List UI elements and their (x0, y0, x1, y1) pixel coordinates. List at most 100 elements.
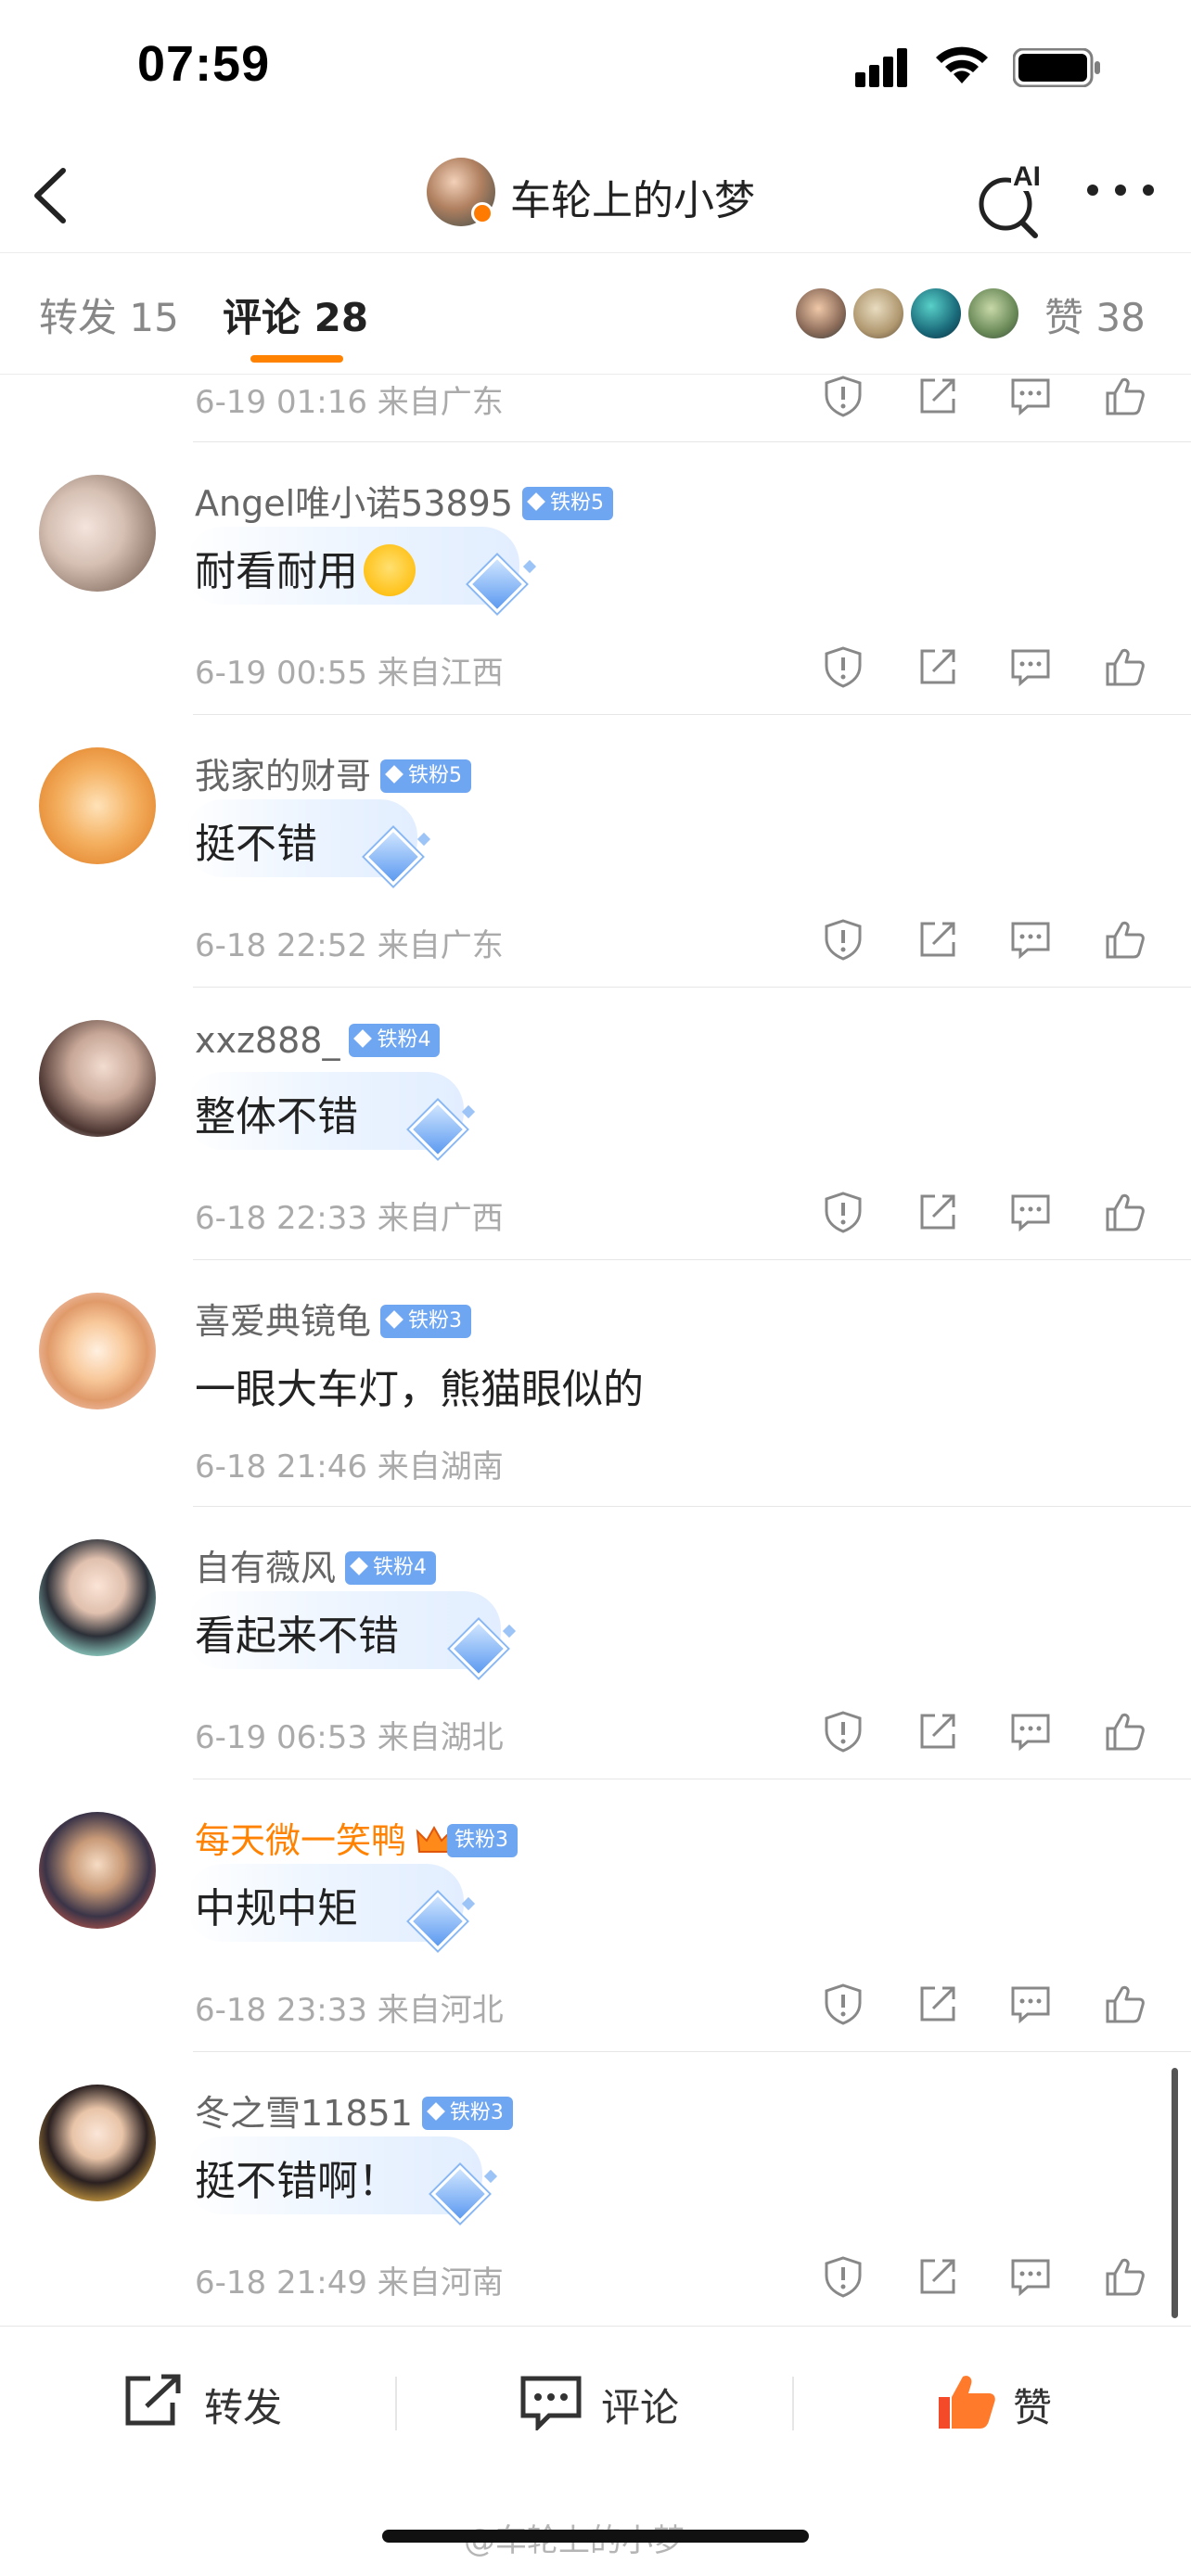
comment-meta: 6-19 01:16 来自广东 (195, 384, 504, 421)
like-icon[interactable] (1104, 918, 1146, 961)
user-avatar[interactable] (39, 1020, 156, 1137)
user-avatar[interactable] (39, 1539, 156, 1656)
report-icon[interactable] (822, 645, 864, 688)
like-icon[interactable] (1104, 645, 1146, 688)
like-icon[interactable] (1104, 375, 1146, 417)
comment-icon[interactable] (1009, 1191, 1052, 1233)
share-icon[interactable] (916, 645, 959, 688)
comment-item: 喜爱典镜龟 铁粉3 一眼大车灯，熊猫眼似的 6-18 21:46 来自湖南 (0, 1259, 1191, 1506)
comment-text: 挺不错啊！ (195, 2158, 399, 2205)
home-indicator[interactable] (382, 2530, 809, 2543)
like-icon[interactable] (1104, 1983, 1146, 2025)
report-icon[interactable] (822, 918, 864, 961)
comment-meta: 6-19 06:53 来自湖北 (195, 1719, 504, 1756)
sparkle-icon (522, 559, 537, 574)
fan-badge: 铁粉3 (380, 1304, 472, 1338)
signal-icon (855, 48, 907, 87)
comment-username[interactable]: 冬之雪11851 铁粉3 (195, 2085, 513, 2136)
report-icon[interactable] (822, 375, 864, 417)
fan-badge: 铁粉3 (421, 2096, 513, 2130)
share-icon[interactable] (916, 1710, 959, 1753)
more-icon[interactable] (1083, 176, 1158, 204)
comment-button[interactable]: 评论 (519, 2369, 705, 2434)
comment-actions (816, 2255, 1169, 2302)
comment-username[interactable]: Angel唯小诺53895 铁粉5 (195, 475, 614, 526)
comment-meta: 6-18 22:33 来自广西 (195, 1200, 504, 1237)
report-icon[interactable] (822, 1983, 864, 2025)
comment-icon[interactable] (1009, 375, 1052, 417)
sparkle-icon (483, 2169, 498, 2184)
comment-actions (816, 645, 1169, 692)
back-icon[interactable] (26, 163, 78, 228)
comment-text: 挺不错 (195, 821, 317, 868)
comment-actions (816, 375, 1169, 421)
comment-username[interactable]: 自有薇风 铁粉4 (195, 1539, 437, 1590)
comment-username[interactable]: xxz888_ 铁粉4 (195, 1020, 441, 1061)
divider (792, 2377, 794, 2430)
share-icon[interactable] (916, 1983, 959, 2025)
active-tab-indicator (250, 355, 343, 363)
liker-avatars[interactable] (794, 287, 1026, 342)
share-icon[interactable] (916, 1191, 959, 1233)
comment-item: Angel唯小诺53895 铁粉5 耐看耐用 6-19 00:55 来自江西 (0, 441, 1191, 714)
repost-button[interactable]: 转发 (122, 2369, 308, 2434)
share-icon[interactable] (916, 2255, 959, 2298)
like-icon[interactable] (1104, 1710, 1146, 1753)
tab-likes[interactable]: 赞 38 (1044, 287, 1146, 343)
repost-label: 转发 (204, 2385, 283, 2430)
comment-meta: 6-18 23:33 来自河北 (195, 1992, 504, 2029)
comment-item: xxz888_ 铁粉4 整体不错 6-18 22:33 来自广西 (0, 987, 1191, 1259)
liker-avatar (852, 287, 905, 340)
comment-label: 评论 (601, 2385, 680, 2430)
ai-search-icon[interactable]: AI (974, 156, 1048, 239)
fan-badge: 铁粉4 (345, 1550, 437, 1585)
comment-icon[interactable] (1009, 1710, 1052, 1753)
report-icon[interactable] (822, 1710, 864, 1753)
comment-username[interactable]: 喜爱典镜龟 铁粉3 (195, 1293, 472, 1344)
comment-text: 整体不错 (195, 1093, 358, 1141)
liker-avatar (967, 287, 1020, 340)
user-avatar[interactable] (39, 475, 156, 592)
author-name[interactable]: 车轮上的小梦 (510, 167, 755, 226)
comment-item: 每天微一笑鸭 铁粉3 中规中矩 6-18 23:33 来自河北 (0, 1779, 1191, 2051)
divider (395, 2377, 397, 2430)
report-icon[interactable] (822, 2255, 864, 2298)
user-avatar[interactable] (39, 1812, 156, 1929)
comment-username[interactable]: 我家的财哥 铁粉5 (195, 747, 472, 798)
sparkle-icon (502, 1624, 517, 1639)
comment-text: 看起来不错 (195, 1613, 399, 1660)
liker-avatar (909, 287, 963, 340)
verified-badge-icon (471, 202, 493, 224)
comment-text: 一眼大车灯，熊猫眼似的 (195, 1366, 644, 1413)
comment-icon[interactable] (1009, 645, 1052, 688)
comment-icon[interactable] (1009, 1983, 1052, 2025)
wifi-icon (936, 46, 988, 83)
like-label: 赞 (1013, 2385, 1053, 2430)
tab-comment[interactable]: 评论 28 (223, 287, 368, 343)
comment-meta: 6-18 21:49 来自河南 (195, 2264, 504, 2302)
sparkle-icon (461, 1896, 476, 1911)
user-avatar[interactable] (39, 1293, 156, 1409)
like-icon[interactable] (1104, 1191, 1146, 1233)
share-icon[interactable] (916, 375, 959, 417)
comment-icon[interactable] (1009, 918, 1052, 961)
share-icon[interactable] (916, 918, 959, 961)
tab-repost[interactable]: 转发 15 (39, 287, 179, 343)
user-avatar[interactable] (39, 2085, 156, 2201)
comment-item: 冬之雪11851 铁粉3 挺不错啊！ 6-18 21:49 来自河南 (0, 2051, 1191, 2324)
comment-icon[interactable] (1009, 2255, 1052, 2298)
comment-actions (816, 1191, 1169, 1237)
like-icon[interactable] (1104, 2255, 1146, 2298)
comment-bubble-icon (520, 2376, 582, 2430)
comment-actions (816, 1983, 1169, 2029)
battery-icon (1013, 48, 1100, 87)
comment-meta: 6-18 22:52 来自广东 (195, 927, 504, 964)
scrollbar[interactable] (1172, 2068, 1178, 2318)
comment-text: 耐看耐用 (195, 538, 416, 600)
fan-badge: 铁粉5 (380, 759, 472, 793)
comment-text: 中规中矩 (195, 1885, 358, 1932)
user-avatar[interactable] (39, 747, 156, 864)
report-icon[interactable] (822, 1191, 864, 1233)
like-button[interactable]: 赞 (935, 2369, 1083, 2434)
comment-username[interactable]: 每天微一笑鸭 铁粉3 (195, 1812, 519, 1863)
